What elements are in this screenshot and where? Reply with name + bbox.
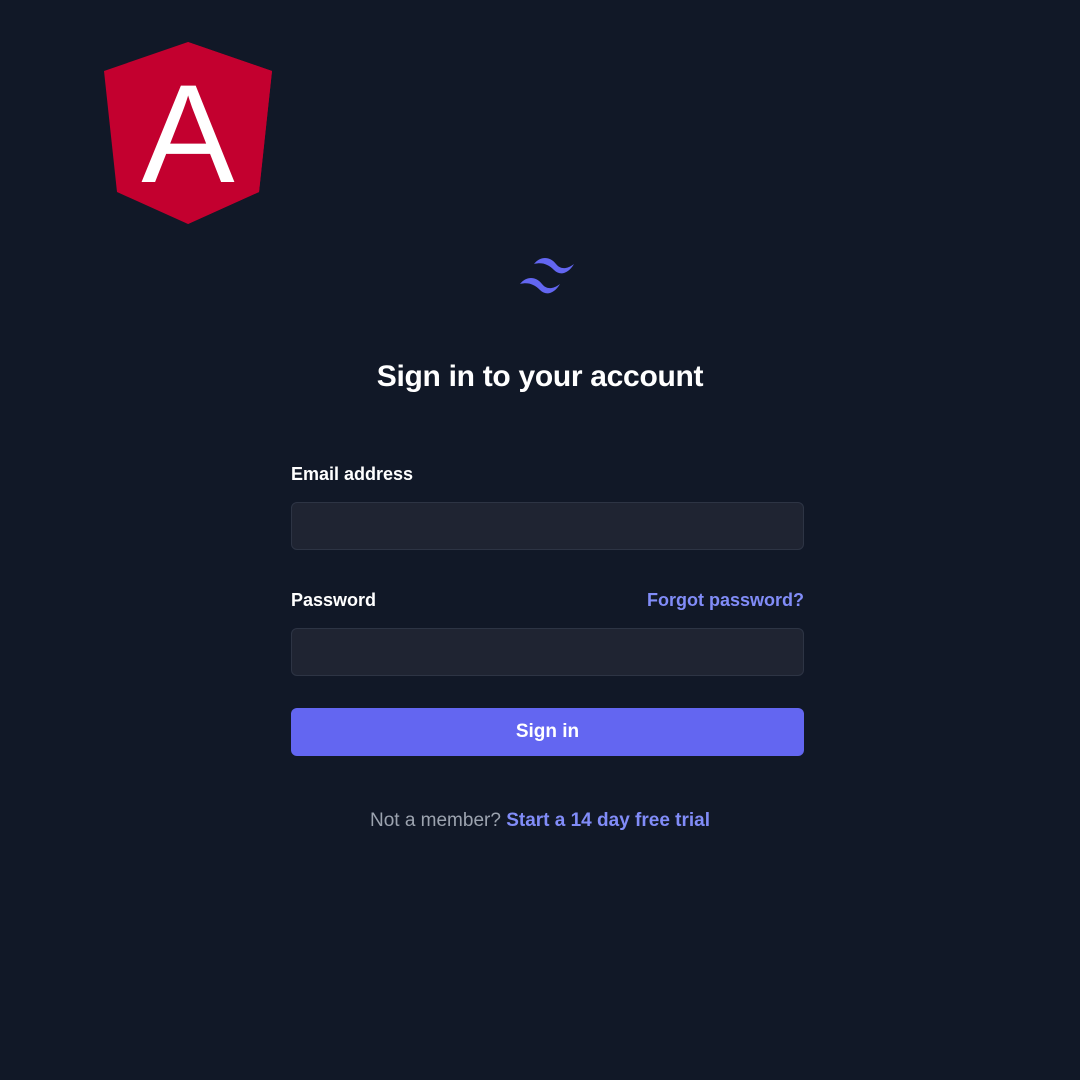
email-field[interactable] (291, 502, 804, 550)
sign-in-form: Email address Password Forgot password? … (291, 460, 804, 756)
angular-logo-letter: A (141, 55, 235, 212)
tailwind-logo-icon (520, 258, 574, 294)
email-label: Email address (291, 463, 414, 484)
free-trial-link[interactable]: Start a 14 day free trial (506, 810, 710, 831)
sign-in-page: A Sign in to your account Email address … (0, 0, 1080, 1080)
angular-logo-icon: A (104, 42, 272, 224)
page-title: Sign in to your account (376, 360, 704, 393)
signup-prompt: Not a member? Start a 14 day free trial (0, 810, 1080, 832)
not-member-text: Not a member? (369, 810, 501, 831)
password-field[interactable] (291, 628, 804, 676)
sign-in-button[interactable]: Sign in (291, 708, 804, 756)
password-label: Password (291, 589, 377, 610)
password-block: Password Forgot password? (291, 586, 804, 676)
password-label-row: Password Forgot password? (291, 586, 804, 614)
email-label-row: Email address (291, 460, 804, 488)
forgot-password-link[interactable]: Forgot password? (647, 590, 804, 611)
